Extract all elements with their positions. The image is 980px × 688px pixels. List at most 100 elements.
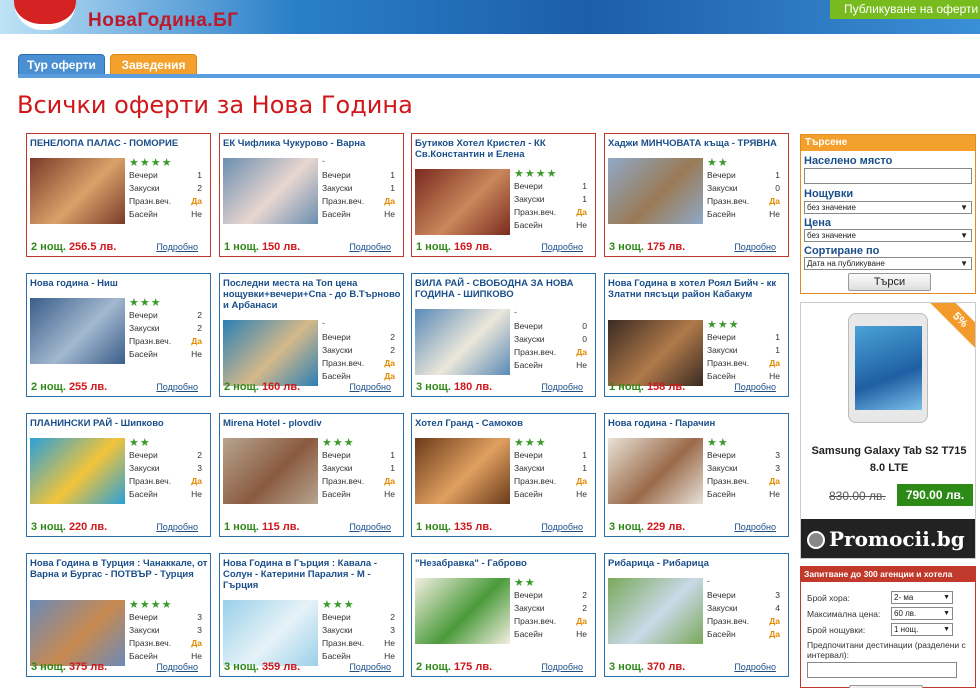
offer-details-link[interactable]: Подробно (734, 382, 776, 392)
offer-field-label: Празн.веч. (322, 196, 365, 206)
offer-thumbnail[interactable] (223, 438, 318, 504)
offer-thumbnail[interactable] (608, 438, 703, 504)
offer-title[interactable]: "Незабравка" - Габрово (415, 558, 593, 569)
offer-thumbnail[interactable] (608, 578, 703, 644)
offer-title[interactable]: Нова Година в Турция : Чанаккале, от Вар… (30, 558, 208, 580)
offer-field-label: Закуски (129, 463, 160, 473)
offer-title[interactable]: Рибарица - Рибарица (608, 558, 786, 569)
offer-field-label: Вечери (129, 170, 158, 180)
offer-card[interactable]: Последни места на Топ цена нощувки+вечер… (219, 273, 404, 397)
offer-card[interactable]: Нова година - Парачин ★★ Вечери 3 Закуски 3 Пр… (604, 413, 789, 537)
request-nights-select[interactable]: 1 нощ. ▼ (891, 623, 953, 636)
offer-field-label: Басейн (514, 220, 543, 230)
offer-card[interactable]: Нова Година в Гърция : Кавала - Солун - … (219, 553, 404, 677)
offer-title[interactable]: Последни места на Топ цена нощувки+вечер… (223, 278, 401, 311)
location-input[interactable] (804, 168, 972, 184)
offer-details-link[interactable]: Подробно (734, 662, 776, 672)
tab-venues[interactable]: Заведения (110, 54, 197, 75)
offer-card[interactable]: Нова година - Ниш ★★★ Вечери 2 Закуски 2 Празн… (26, 273, 211, 397)
offer-thumbnail[interactable] (223, 320, 318, 386)
offer-card[interactable]: Рибарица - Рибарица - Вечери 3 Закуски 4 Празн… (604, 553, 789, 677)
offer-details-link[interactable]: Подробно (541, 242, 583, 252)
offer-thumbnail[interactable] (608, 320, 703, 386)
offer-card[interactable]: Хаджи МИНЧОВАТА къща - ТРЯВНА ★★ Вечери 1 За… (604, 133, 789, 257)
offer-details-link[interactable]: Подробно (156, 662, 198, 672)
offer-details-link[interactable]: Подробно (156, 522, 198, 532)
offer-details-link[interactable]: Подробно (349, 382, 391, 392)
offer-field-value: Да (769, 196, 780, 206)
publish-offers-button[interactable]: Публикуване на оферти (830, 0, 980, 19)
promo-site-banner[interactable]: Promocii.bg (801, 519, 975, 558)
offer-card[interactable]: Mirena Hotel - plovdiv ★★★ Вечери 1 Закуски 1… (219, 413, 404, 537)
offer-title[interactable]: Хаджи МИНЧОВАТА къща - ТРЯВНА (608, 138, 786, 149)
tab-tour-offers[interactable]: Тур оферти (18, 54, 105, 75)
offer-title[interactable]: Нова Година в Гърция : Кавала - Солун - … (223, 558, 401, 591)
offer-details-link[interactable]: Подробно (734, 242, 776, 252)
offer-thumbnail[interactable] (608, 158, 703, 224)
offer-field-label: Празн.веч. (322, 476, 365, 486)
offer-thumbnail[interactable] (415, 169, 510, 235)
search-button[interactable]: Търси (848, 273, 931, 291)
offer-field-label: Басейн (322, 489, 351, 499)
offer-title[interactable]: ВИЛА РАЙ - СВОБОДНА ЗА НОВА ГОДИНА - ШИП… (415, 278, 593, 300)
offer-price-amount: 220 лв. (68, 521, 108, 533)
offer-card[interactable]: ВИЛА РАЙ - СВОБОДНА ЗА НОВА ГОДИНА - ШИП… (411, 273, 596, 397)
request-header: Запитване до 300 агенции и хотела (801, 567, 975, 582)
offer-details-link[interactable]: Подробно (541, 662, 583, 672)
site-logo[interactable]: НоваГодина.БГ (88, 10, 239, 32)
offer-field-label: Басейн (129, 489, 158, 499)
offer-details-link[interactable]: Подробно (541, 522, 583, 532)
offer-title[interactable]: Бутиков Хотел Кристел - КК Св.Константин… (415, 138, 593, 160)
product-ad[interactable]: 5% Samsung Galaxy Tab S2 T715 8.0 LTE 83… (800, 302, 976, 559)
offer-field-label: Басейн (707, 489, 736, 499)
offer-details-link[interactable]: Подробно (349, 242, 391, 252)
offer-title[interactable]: Mirena Hotel - plovdiv (223, 418, 401, 429)
offer-card[interactable]: Нова Година в хотел Роял Бийч - кк Златн… (604, 273, 789, 397)
offer-details-link[interactable]: Подробно (541, 382, 583, 392)
offer-details-link[interactable]: Подробно (156, 382, 198, 392)
offer-price-amount: 359 лв. (261, 661, 301, 673)
offer-details-link[interactable]: Подробно (734, 522, 776, 532)
ad-product-name[interactable]: Samsung Galaxy Tab S2 T715 8.0 LTE (805, 443, 973, 477)
offer-card[interactable]: ЕК Чифлика Чукурово - Варна - Вечери 1 Закус… (219, 133, 404, 257)
offer-thumbnail[interactable] (415, 578, 510, 644)
people-select[interactable]: 2- ма ▼ (891, 591, 953, 604)
offer-details-link[interactable]: Подробно (349, 522, 391, 532)
offer-title[interactable]: ПЛАНИНСКИ РАЙ - Шипково (30, 418, 208, 429)
destinations-input[interactable] (807, 662, 957, 678)
offer-nights-count: 3 нощ. (609, 661, 644, 673)
offer-thumbnail[interactable] (30, 600, 125, 666)
offer-field-label: Закуски (322, 625, 353, 635)
maxprice-select[interactable]: 60 лв. ▼ (891, 607, 953, 620)
offer-thumbnail[interactable] (30, 158, 125, 224)
offer-title[interactable]: Нова Година в хотел Роял Бийч - кк Златн… (608, 278, 786, 300)
offer-thumbnail[interactable] (30, 298, 125, 364)
price-select[interactable]: без значение ▼ (804, 229, 972, 242)
offer-card[interactable]: ПЕНЕЛОПА ПАЛАС - ПОМОРИЕ ★★★★ Вечери 1 Закус… (26, 133, 211, 257)
offer-title[interactable]: ПЕНЕЛОПА ПАЛАС - ПОМОРИЕ (30, 138, 208, 149)
offer-card[interactable]: ПЛАНИНСКИ РАЙ - Шипково ★★ Вечери 2 Закуски 3… (26, 413, 211, 537)
offer-field-value: 1 (582, 450, 587, 460)
nights-select[interactable]: без значение ▼ (804, 201, 972, 214)
offer-thumbnail[interactable] (223, 600, 318, 666)
offer-details-link[interactable]: Подробно (156, 242, 198, 252)
offer-thumbnail[interactable] (30, 438, 125, 504)
offer-field-value: Не (191, 349, 202, 359)
offer-thumbnail[interactable] (415, 438, 510, 504)
offer-field-label: Празн.веч. (707, 476, 750, 486)
offer-title[interactable]: Хотел Гранд - Самоков (415, 418, 593, 429)
offer-details-link[interactable]: Подробно (349, 662, 391, 672)
offer-thumbnail[interactable] (223, 158, 318, 224)
offer-card[interactable]: Хотел Гранд - Самоков ★★★ Вечери 1 Закуски 1 П… (411, 413, 596, 537)
sort-select[interactable]: Дата на публикуване ▼ (804, 257, 972, 270)
offer-title[interactable]: ЕК Чифлика Чукурово - Варна (223, 138, 401, 149)
offer-title[interactable]: Нова година - Парачин (608, 418, 786, 429)
offer-field-value: 1 (775, 345, 780, 355)
offer-thumbnail[interactable] (415, 309, 510, 375)
offer-card[interactable]: "Незабравка" - Габрово ★★ Вечери 2 Закуски 2 П… (411, 553, 596, 677)
offer-price-amount: 255 лв. (68, 381, 108, 393)
offer-card[interactable]: Бутиков Хотел Кристел - КК Св.Константин… (411, 133, 596, 257)
offer-card[interactable]: Нова Година в Турция : Чанаккале, от Вар… (26, 553, 211, 677)
offer-price: 3 нощ. 220 лв. (31, 521, 107, 533)
offer-title[interactable]: Нова година - Ниш (30, 278, 208, 289)
